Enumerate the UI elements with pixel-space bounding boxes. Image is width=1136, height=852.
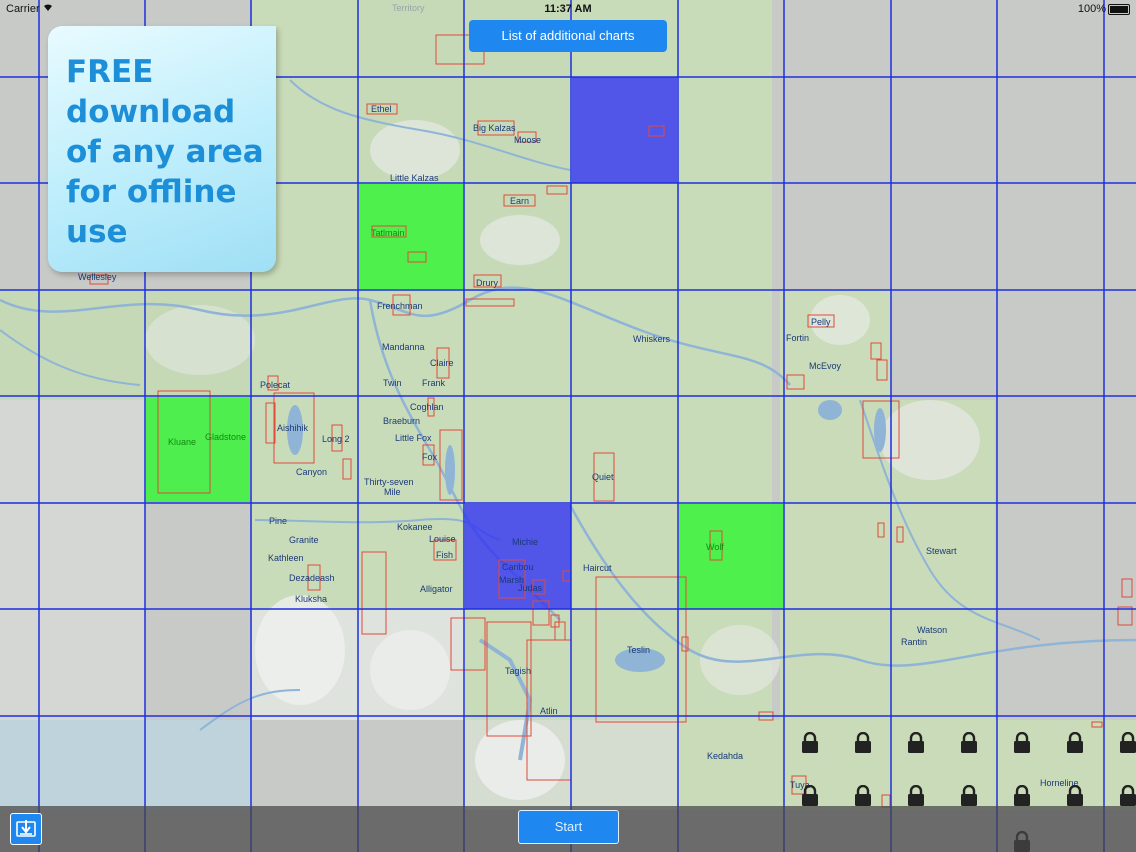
map-label-atlin: Atlin — [540, 706, 558, 716]
map-label-ethel: Ethel — [371, 104, 392, 114]
map-label-quiet: Quiet — [592, 472, 614, 482]
map-label-kokanee: Kokanee — [397, 522, 433, 532]
lock-icon[interactable] — [801, 785, 819, 807]
map-label-aishihik: Aishihik — [277, 423, 309, 433]
map-label-coghlan: Coghlan — [410, 402, 444, 412]
battery-percent: 100% — [1077, 3, 1106, 15]
map-label-haircut: Haircut — [583, 563, 612, 573]
lock-icon[interactable] — [801, 732, 819, 754]
lock-icon[interactable] — [1013, 732, 1031, 754]
map-label-watson: Watson — [917, 625, 948, 635]
map-label-mandanna: Mandanna — [382, 342, 425, 352]
additional-charts-button[interactable]: List of additional charts — [469, 20, 667, 52]
map-label-fortin: Fortin — [786, 333, 810, 343]
map-label-wolf: Wolf — [706, 542, 724, 552]
lock-icon[interactable] — [960, 785, 978, 807]
map-label-fish: Fish — [436, 550, 454, 560]
map-label-drury: Drury — [476, 278, 498, 288]
map-label-teslin: Teslin — [627, 645, 651, 655]
selected-cell-green[interactable] — [146, 397, 250, 502]
start-button[interactable]: Start — [518, 810, 619, 844]
map-label-kathleen: Kathleen — [268, 553, 304, 563]
map-label-earn: Earn — [510, 196, 530, 206]
map-label-braeburn: Braeburn — [383, 416, 421, 426]
map-label-little-kalzas: Little Kalzas — [390, 173, 439, 183]
map-label-little-fox: Little Fox — [395, 433, 432, 443]
map-label-mile: Mile — [384, 487, 401, 497]
lock-icon[interactable] — [907, 732, 925, 754]
download-button[interactable] — [10, 813, 42, 845]
lock-icon[interactable] — [854, 785, 872, 807]
map-label-caribou: Caribou — [502, 562, 534, 572]
map-label-louise: Louise — [429, 534, 456, 544]
map-label-long-2: Long 2 — [322, 434, 350, 444]
map-label-granite: Granite — [289, 535, 319, 545]
map-label-kluksha: Kluksha — [295, 594, 328, 604]
map-label-michie: Michie — [512, 537, 539, 547]
battery-icon — [1108, 4, 1130, 15]
map-label-gladstone: Gladstone — [205, 432, 247, 442]
map-label-thirty-seven: Thirty-seven — [364, 477, 414, 487]
lock-icon[interactable] — [1066, 785, 1084, 807]
lock-icon[interactable] — [1013, 785, 1031, 807]
lock-icon[interactable] — [854, 732, 872, 754]
map-label-kluane: Kluane — [168, 437, 197, 447]
clock: 11:37 AM — [544, 3, 592, 15]
selected-cell-green[interactable] — [679, 504, 783, 609]
map-label-twin: Twin — [383, 378, 402, 388]
status-bar: Carrier 11:37 AM 100% — [0, 0, 1136, 18]
selected-cell-blue[interactable] — [465, 504, 571, 609]
map-label-frank: Frank — [422, 378, 446, 388]
map-label-judas: Judas — [518, 583, 543, 593]
map-label-whiskers: Whiskers — [633, 334, 671, 344]
map-label-kedahda: Kedahda — [707, 751, 744, 761]
promo-banner[interactable]: FREE download of any area for offline us… — [48, 26, 276, 272]
map-label-rantin: Rantin — [901, 637, 928, 647]
lock-icon[interactable] — [960, 732, 978, 754]
lock-icon[interactable] — [1119, 785, 1136, 807]
map-label-tagish: Tagish — [505, 666, 532, 676]
lock-icon[interactable] — [907, 785, 925, 807]
lock-icon[interactable] — [1119, 732, 1136, 754]
map-label-dezadeash: Dezadeash — [289, 573, 335, 583]
map-label-pelly: Pelly — [811, 317, 831, 327]
map-label-fox: Fox — [422, 452, 438, 462]
map-label-moose: Moose — [514, 135, 542, 145]
map-label-canyon: Canyon — [296, 467, 328, 477]
map-label-frenchman: Frenchman — [377, 301, 423, 311]
selected-cell-blue[interactable] — [572, 77, 677, 183]
map-label-pine: Pine — [269, 516, 288, 526]
map-label-wellesley: Wellesley — [78, 272, 117, 282]
map-label-big-kalzas: Big Kalzas — [473, 123, 516, 133]
map-label-tatlmain: Tatlmain — [371, 228, 405, 238]
map-label-polecat: Polecat — [260, 380, 291, 390]
map-label-alligator: Alligator — [420, 584, 453, 594]
map-label-claire: Claire — [430, 358, 454, 368]
map-label-mcevoy: McEvoy — [809, 361, 842, 371]
map-label-stewart: Stewart — [926, 546, 957, 556]
download-tray-icon — [16, 820, 36, 837]
lock-icon[interactable] — [1066, 732, 1084, 754]
promo-text: FREE download of any area for offline us… — [66, 54, 264, 250]
